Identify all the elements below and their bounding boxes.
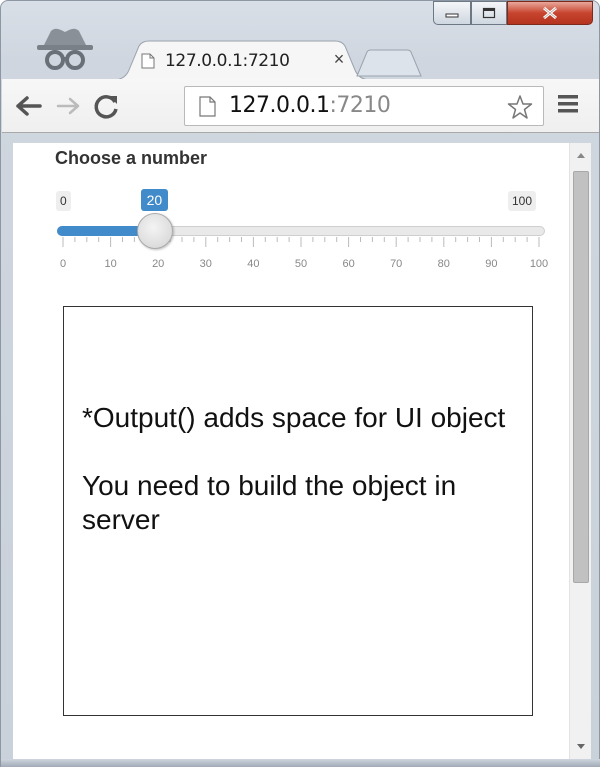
slider-ticks: 0 10 20 30 40 50 60 70 80 90 100 (60, 237, 548, 270)
menu-icon[interactable] (558, 93, 578, 115)
slider-tick-label: 90 (485, 258, 497, 270)
slider-label: Choose a number (55, 148, 208, 168)
tab-active[interactable]: 127.0.0.1:7210 × (113, 40, 371, 80)
url-host: 127.0.0.1 (229, 93, 330, 118)
back-arrow-icon[interactable] (14, 92, 44, 120)
bookmark-star-icon[interactable] (507, 94, 533, 120)
browser-toolbar: 127.0.0.1:7210 (2, 79, 599, 133)
scroll-down-icon[interactable] (570, 733, 592, 759)
scrollbar-thumb[interactable] (573, 171, 589, 583)
slider-tick-label: 100 (530, 258, 548, 270)
minimize-button[interactable] (433, 1, 471, 25)
slider-max-label: 100 (508, 191, 537, 211)
slider-tick-label: 40 (247, 258, 259, 270)
title-bar: 127.0.0.1:7210 × (1, 1, 599, 80)
slider-tick-label: 10 (104, 258, 116, 270)
slider-tick-label: 20 (152, 258, 164, 270)
address-bar[interactable]: 127.0.0.1:7210 (184, 86, 544, 126)
browser-window: 127.0.0.1:7210 × 127.0.0.1:7210 Choose a… (0, 0, 600, 767)
slider-min-label: 0 (56, 191, 71, 211)
window-bottom-edge (1, 759, 600, 767)
tab-close-icon[interactable]: × (330, 49, 348, 69)
url-port: :7210 (329, 93, 391, 118)
slider-tick-label: 60 (342, 258, 354, 270)
page-icon (199, 96, 216, 117)
maximize-button[interactable] (471, 1, 507, 25)
ui-output-box: *Output() adds space for UI object You n… (63, 306, 533, 716)
new-tab-button[interactable] (355, 49, 425, 77)
reload-icon[interactable] (92, 92, 122, 120)
slider-tick-label: 50 (295, 258, 307, 270)
incognito-icon (37, 28, 93, 70)
tab-title: 127.0.0.1:7210 (165, 51, 290, 71)
window-controls (433, 1, 595, 27)
slider-tick-label: 80 (438, 258, 450, 270)
minimize-icon (445, 13, 459, 18)
slider-tick-label: 30 (200, 258, 212, 270)
slider-value-label: 20 (140, 189, 169, 211)
forward-arrow-icon[interactable] (54, 92, 84, 120)
page-viewport: Choose a number 0 100 20 0 10 20 30 40 50 60 70… (13, 143, 569, 759)
vertical-scrollbar[interactable] (569, 143, 591, 759)
output-line-1: *Output() adds space for UI object (82, 402, 506, 433)
slider-handle[interactable] (136, 213, 173, 249)
output-text: *Output() adds space for UI object You n… (82, 401, 522, 537)
scroll-up-icon[interactable] (570, 143, 592, 169)
slider-tick-label: 70 (390, 258, 402, 270)
page-icon (141, 53, 155, 69)
maximize-icon (482, 7, 496, 19)
slider-tick-label: 0 (60, 258, 66, 270)
url-text: 127.0.0.1:7210 (229, 93, 391, 118)
output-line-2: You need to build the object in server (82, 470, 457, 535)
close-button[interactable] (507, 1, 593, 25)
close-icon (543, 6, 557, 20)
